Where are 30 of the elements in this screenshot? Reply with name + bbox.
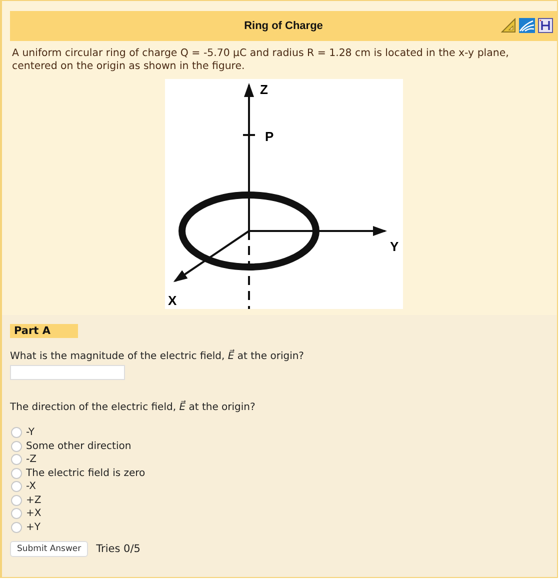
axis-label: P — [264, 129, 274, 144]
radio-button[interactable] — [11, 481, 22, 492]
option-label: The electric field is zero — [26, 468, 146, 479]
answer-field[interactable] — [10, 365, 125, 380]
problem-text: A uniform circular ring of charge Q = -5.70 μC and radius R = 1.28 cm is located in the x-y plane, centered on the origin as shown in the figure. — [12, 47, 510, 73]
header-title: Ring of Charge — [244, 20, 323, 32]
axis-label: X — [168, 293, 176, 308]
radio-button[interactable] — [11, 440, 22, 452]
radio-button[interactable] — [11, 468, 22, 479]
option-label: Some other direction — [26, 440, 132, 452]
option-label: -X — [26, 481, 36, 492]
question-text: The direction of the electric field, E⃗ at the origin? — [10, 402, 256, 413]
radio-button[interactable] — [11, 508, 22, 520]
radio-button[interactable] — [11, 494, 22, 506]
submit-button[interactable]: Submit Answer — [10, 541, 88, 557]
option-label: -Z — [26, 454, 36, 466]
h-letter-icon[interactable] — [538, 18, 553, 33]
part-label: Part A — [10, 324, 78, 338]
fountain-icon[interactable] — [519, 18, 535, 33]
radio-button[interactable] — [11, 427, 22, 438]
option-label: +X — [26, 508, 42, 520]
tries-counter: Tries 0/5 — [96, 543, 140, 555]
option-label: +Y — [26, 522, 40, 533]
axis-label: Z — [260, 82, 268, 97]
axis-label: Y — [390, 239, 398, 254]
radio-button[interactable] — [11, 522, 22, 533]
radio-button[interactable] — [11, 454, 22, 466]
option-label: +Z — [26, 494, 42, 506]
question-text: What is the magnitude of the electric field, E⃗ at the origin? — [10, 351, 305, 362]
option-label: -Y — [26, 427, 35, 438]
